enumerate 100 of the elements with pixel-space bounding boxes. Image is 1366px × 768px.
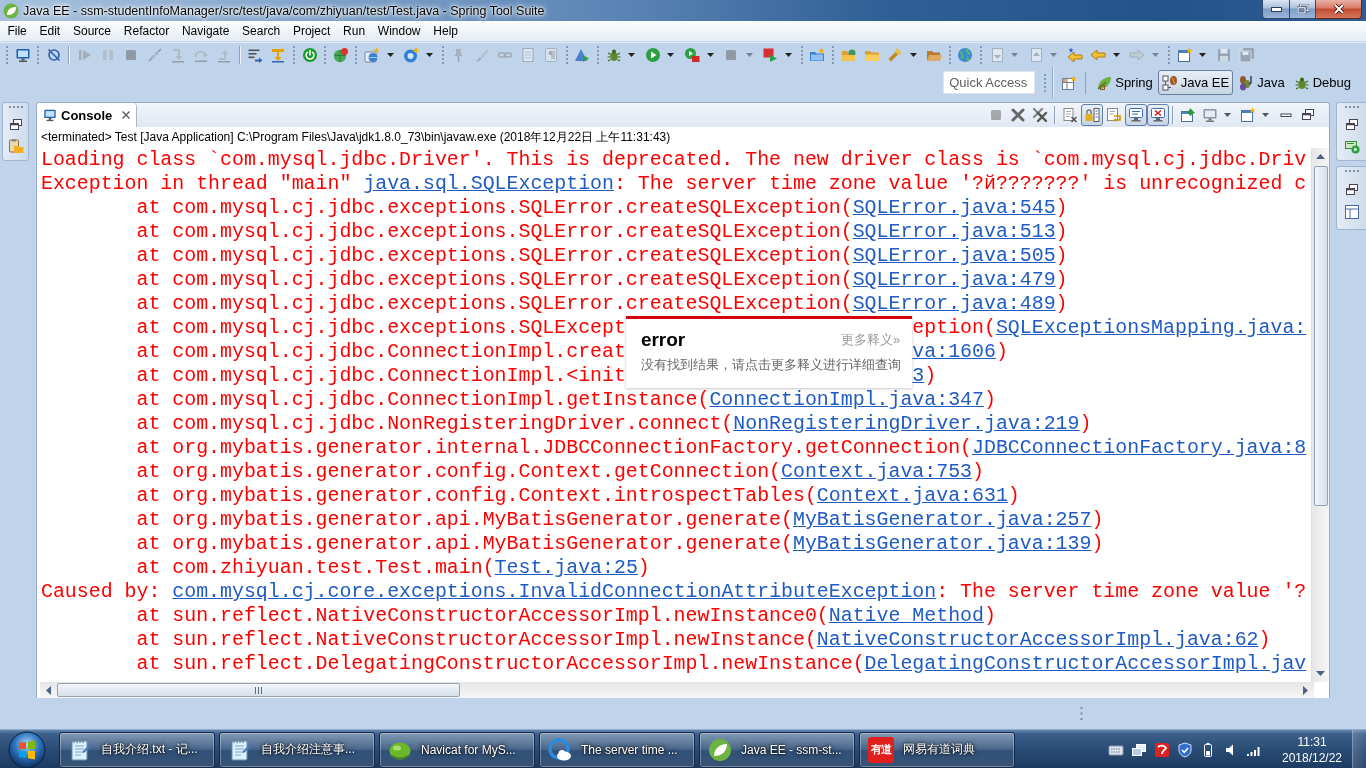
caret-icon[interactable] bbox=[706, 53, 714, 57]
overlapping-windows-icon[interactable] bbox=[1131, 741, 1147, 758]
new-window-icon[interactable] bbox=[1176, 47, 1193, 63]
menu-item[interactable]: Refactor bbox=[117, 22, 176, 40]
right-triangle-icon[interactable] bbox=[1303, 685, 1308, 695]
restore-icon[interactable] bbox=[1343, 182, 1360, 198]
crossed-circle-icon[interactable] bbox=[45, 47, 62, 63]
bug-icon[interactable] bbox=[605, 47, 622, 63]
vertical-scrollbar[interactable] bbox=[1311, 148, 1329, 682]
source-link[interactable]: JDBCConnectionFactory.java:8 bbox=[972, 436, 1307, 459]
source-link[interactable]: Native Method bbox=[828, 604, 984, 627]
source-link[interactable]: com.mysql.cj.core.exceptions.InvalidConnectionAttributeException bbox=[172, 580, 937, 603]
console-tab[interactable]: Console bbox=[37, 103, 138, 127]
folder-star-icon[interactable] bbox=[809, 47, 826, 63]
up-triangle-icon[interactable] bbox=[1316, 154, 1325, 159]
caret-icon[interactable] bbox=[1199, 53, 1207, 57]
down-triangle-icon[interactable] bbox=[1316, 671, 1325, 676]
box-play-icon[interactable] bbox=[762, 47, 779, 63]
source-link[interactable]: SQLExceptionsMapping.java: bbox=[995, 316, 1307, 339]
caret-icon[interactable] bbox=[628, 53, 636, 57]
perspective-button[interactable]: Debug bbox=[1289, 70, 1355, 95]
power-icon[interactable] bbox=[301, 47, 318, 63]
menu-item[interactable]: Search bbox=[235, 22, 287, 40]
source-link[interactable]: SQLError.java:505 bbox=[852, 244, 1056, 267]
source-link[interactable]: MyBatisGenerator.java:139 bbox=[793, 532, 1092, 555]
caret-icon[interactable] bbox=[784, 53, 792, 57]
source-link[interactable]: SQLError.java:479 bbox=[852, 268, 1056, 291]
menu-item[interactable]: Run bbox=[336, 22, 372, 40]
bar-down-arrow-icon[interactable] bbox=[270, 47, 287, 63]
source-link[interactable]: DelegatingConstructorAccessorImpl.jav bbox=[864, 652, 1307, 675]
show-desktop-button[interactable] bbox=[1352, 730, 1366, 768]
menu-item[interactable]: Project bbox=[286, 22, 337, 40]
perspective-button[interactable]: Spring bbox=[1092, 70, 1157, 95]
double-x-icon[interactable] bbox=[1032, 107, 1048, 123]
x-mark-icon[interactable] bbox=[1010, 107, 1026, 123]
caret-icon[interactable] bbox=[909, 53, 917, 57]
close-icon[interactable] bbox=[121, 110, 132, 120]
scrollbar-thumb[interactable] bbox=[1313, 166, 1328, 506]
menu-item[interactable]: Navigate bbox=[175, 22, 236, 40]
layout-icon[interactable] bbox=[1343, 204, 1360, 220]
restore-icon[interactable] bbox=[7, 117, 24, 133]
window-play-icon[interactable] bbox=[1343, 138, 1360, 154]
ring-plus-icon[interactable] bbox=[403, 47, 420, 63]
lock-list-icon[interactable] bbox=[1081, 104, 1103, 126]
play-circle-icon[interactable] bbox=[644, 47, 661, 63]
source-link[interactable]: MyBatisGenerator.java:257 bbox=[793, 508, 1092, 531]
star-arrow-icon[interactable] bbox=[1066, 47, 1083, 63]
globe-badge-icon[interactable] bbox=[332, 47, 349, 63]
window-disc-star-icon[interactable] bbox=[364, 47, 381, 63]
triangle-play-icon[interactable] bbox=[574, 47, 591, 63]
source-link[interactable]: SQLError.java:545 bbox=[852, 196, 1056, 219]
left-triangle-icon[interactable] bbox=[46, 685, 51, 695]
taskbar-button[interactable]: 有道 网易有道词典 bbox=[859, 731, 1015, 768]
new-window-icon[interactable] bbox=[1240, 107, 1256, 123]
quick-access-field[interactable]: Quick Access bbox=[943, 71, 1036, 94]
taskbar-button[interactable]: 自我介绍注意事... bbox=[219, 731, 375, 768]
source-link[interactable]: NativeConstructorAccessorImpl.java:62 bbox=[816, 628, 1259, 651]
clipboard-folder-icon[interactable] bbox=[7, 138, 24, 154]
source-link[interactable]: 3 bbox=[912, 364, 925, 387]
scrollbar-thumb[interactable] bbox=[57, 683, 460, 697]
minimize-button[interactable] bbox=[1262, 0, 1290, 19]
perspective-button[interactable]: Java EE bbox=[1157, 70, 1234, 95]
caret-icon[interactable] bbox=[667, 53, 675, 57]
source-link[interactable]: Test.java:25 bbox=[494, 556, 638, 579]
horizontal-scrollbar[interactable] bbox=[40, 682, 1314, 698]
restore-icon[interactable] bbox=[1300, 107, 1316, 123]
folder-globe-icon[interactable] bbox=[840, 47, 857, 63]
taskbar-button[interactable]: The server time ... bbox=[539, 731, 695, 768]
menu-item[interactable]: File bbox=[1, 22, 34, 40]
menu-item[interactable]: Edit bbox=[33, 22, 67, 40]
source-link[interactable]: java.sql.SQLException bbox=[363, 172, 614, 195]
caret-icon[interactable] bbox=[1224, 113, 1231, 117]
restore-button[interactable] bbox=[1290, 0, 1316, 19]
menu-item[interactable]: Help bbox=[426, 22, 465, 40]
menu-item[interactable]: Window bbox=[371, 22, 427, 40]
monitor-icon[interactable] bbox=[14, 47, 31, 63]
source-link[interactable]: SQLError.java:489 bbox=[852, 292, 1056, 315]
source-link[interactable]: Context.java:631 bbox=[816, 484, 1008, 507]
taskbar-button[interactable]: 自我介绍.txt - 记... bbox=[59, 731, 215, 768]
taskbar-button[interactable]: Navicat for MyS... bbox=[379, 731, 535, 768]
start-button[interactable] bbox=[7, 729, 47, 768]
caret-icon[interactable] bbox=[425, 53, 433, 57]
caret-icon[interactable] bbox=[1112, 53, 1120, 57]
wrap-lines-icon[interactable] bbox=[1106, 107, 1122, 123]
source-link[interactable]: SQLError.java:513 bbox=[852, 220, 1056, 243]
restore-icon[interactable] bbox=[1343, 117, 1360, 133]
close-button[interactable] bbox=[1316, 0, 1362, 19]
menu-item[interactable]: Source bbox=[66, 22, 118, 40]
taskbar-button[interactable]: Java EE - ssm-st... bbox=[699, 731, 855, 768]
grip-icon[interactable] bbox=[1080, 707, 1083, 720]
source-link[interactable]: va:1606 bbox=[912, 340, 996, 363]
list-arrow-icon[interactable] bbox=[247, 47, 264, 63]
shield-icon[interactable] bbox=[1177, 741, 1193, 758]
play-badge-icon[interactable] bbox=[683, 47, 700, 63]
window-pin-icon[interactable] bbox=[1180, 107, 1196, 123]
page-x-icon[interactable] bbox=[1062, 107, 1078, 123]
console-error-icon[interactable] bbox=[1147, 104, 1169, 126]
app-tile-icon[interactable] bbox=[1154, 741, 1170, 758]
source-link[interactable]: ConnectionImpl.java:347 bbox=[709, 388, 984, 411]
perspective-button[interactable]: Java bbox=[1234, 70, 1289, 95]
